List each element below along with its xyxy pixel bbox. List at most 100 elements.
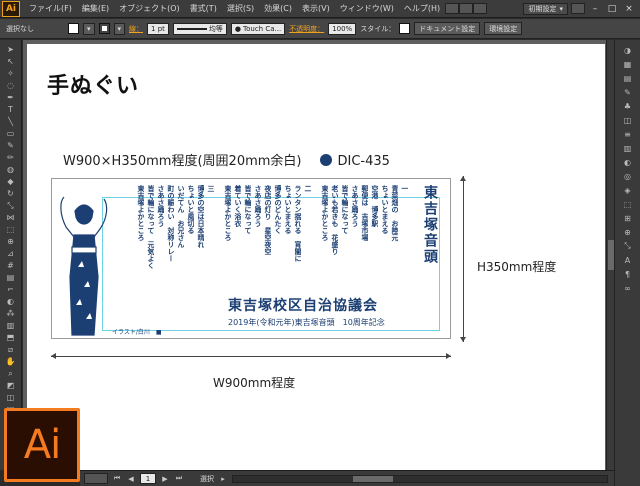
- appearance-icon[interactable]: ◎: [621, 170, 635, 182]
- free-transform-tool-icon[interactable]: ⬚: [4, 224, 18, 236]
- zoom-level-select[interactable]: [84, 473, 108, 484]
- menu-view[interactable]: 表示(V): [297, 3, 335, 14]
- stroke-dropdown-icon[interactable]: ▾: [113, 22, 126, 35]
- artboard[interactable]: 手ぬぐい W900×H350mm程度(周囲20mm余白) DIC-435 イラス…: [27, 44, 605, 470]
- fill-stroke-icon[interactable]: ◩: [4, 380, 18, 392]
- lyric-line: ちょいとまえる: [381, 185, 388, 234]
- stroke-profile-select[interactable]: 均等: [172, 22, 227, 35]
- zoom-tool-icon[interactable]: ⌕: [4, 368, 18, 380]
- layers-icon[interactable]: ◈: [621, 184, 635, 196]
- menu-file[interactable]: ファイル(F): [24, 3, 77, 14]
- menu-help[interactable]: ヘルプ(H): [399, 3, 445, 14]
- vertical-scrollbar[interactable]: [606, 40, 614, 470]
- brush-select[interactable]: ● Touch Ca...: [230, 22, 286, 35]
- prev-artboard-icon[interactable]: ◀: [126, 474, 136, 484]
- artboard-number-input[interactable]: 1: [140, 473, 156, 484]
- workspace-switcher[interactable]: 初期設定 ▾: [523, 2, 568, 15]
- stroke-panel-icon[interactable]: ≡: [621, 128, 635, 140]
- fill-swatch[interactable]: [68, 23, 79, 34]
- first-artboard-icon[interactable]: ⏮: [112, 474, 122, 484]
- hand-tool-icon[interactable]: ✋: [4, 356, 18, 368]
- style-swatch[interactable]: [399, 23, 411, 34]
- direct-selection-tool-icon[interactable]: ↖: [4, 56, 18, 68]
- color-guide-icon[interactable]: ▦: [621, 58, 635, 70]
- width-tool-icon[interactable]: ⋈: [4, 212, 18, 224]
- anniversary-text: 2019年(令和元年)東吉塚音頭 10周年記念: [228, 318, 385, 327]
- type-tool-icon[interactable]: T: [4, 104, 18, 116]
- mesh-tool-icon[interactable]: #: [4, 260, 18, 272]
- blend-tool-icon[interactable]: ◐: [4, 296, 18, 308]
- artboard-tool-icon[interactable]: ⬒: [4, 332, 18, 344]
- swatches-icon[interactable]: ▤: [621, 72, 635, 84]
- scroll-thumb[interactable]: [353, 475, 393, 482]
- last-artboard-icon[interactable]: ⏭: [174, 474, 184, 484]
- paragraph-icon[interactable]: ¶: [621, 268, 635, 280]
- pen-tool-icon[interactable]: ✒: [4, 92, 18, 104]
- opacity-input[interactable]: 100%: [328, 22, 357, 35]
- eraser-tool-icon[interactable]: ◆: [4, 176, 18, 188]
- menu-window[interactable]: ウィンドウ(W): [335, 3, 399, 14]
- drawing-mode-icon[interactable]: ◫: [4, 392, 18, 404]
- slice-tool-icon[interactable]: ⧄: [4, 344, 18, 356]
- symbol-sprayer-tool-icon[interactable]: ⁂: [4, 308, 18, 320]
- status-menu-icon[interactable]: ▸: [218, 474, 228, 484]
- rotate-tool-icon[interactable]: ↻: [4, 188, 18, 200]
- bridge-button[interactable]: [445, 3, 460, 14]
- eyedropper-tool-icon[interactable]: ⌐: [4, 284, 18, 296]
- artboards-icon[interactable]: ⬚: [621, 198, 635, 210]
- character-icon[interactable]: A: [621, 254, 635, 266]
- perspective-tool-icon[interactable]: ⊿: [4, 248, 18, 260]
- color-panel-icon[interactable]: ◑: [621, 44, 635, 56]
- pencil-tool-icon[interactable]: ✏: [4, 152, 18, 164]
- scale-tool-icon[interactable]: ⤡: [4, 200, 18, 212]
- fill-dropdown-icon[interactable]: ▾: [83, 22, 95, 35]
- workspace-label: 初期設定: [528, 4, 557, 13]
- app-icon[interactable]: Ai: [2, 0, 20, 17]
- opacity-label[interactable]: 不透明度：: [289, 24, 324, 34]
- gradient-tool-icon[interactable]: ▤: [4, 272, 18, 284]
- stock-button[interactable]: [459, 3, 474, 14]
- pathfinder-icon[interactable]: ⊕: [621, 226, 635, 238]
- menu-type[interactable]: 書式(T): [185, 3, 222, 14]
- horizontal-scrollbar[interactable]: [232, 474, 608, 483]
- blob-brush-tool-icon[interactable]: ◍: [4, 164, 18, 176]
- selection-tool-icon[interactable]: ➤: [4, 44, 18, 56]
- dancer-illustration: [60, 196, 108, 336]
- lasso-tool-icon[interactable]: ◌: [4, 80, 18, 92]
- close-icon[interactable]: ×: [622, 3, 636, 15]
- song-title: 東吉塚音頭: [422, 185, 438, 265]
- paintbrush-tool-icon[interactable]: ✎: [4, 140, 18, 152]
- arrange-documents-button[interactable]: [473, 3, 488, 14]
- menu-select[interactable]: 選択(S): [222, 3, 259, 14]
- align-icon[interactable]: ⊞: [621, 212, 635, 224]
- minimize-icon[interactable]: –: [588, 3, 602, 15]
- menu-edit[interactable]: 編集(E): [77, 3, 114, 14]
- menu-object[interactable]: オブジェクト(O): [114, 3, 185, 14]
- brushes-icon[interactable]: ✎: [621, 86, 635, 98]
- maximize-icon[interactable]: □: [605, 3, 619, 15]
- menu-effect[interactable]: 効果(C): [259, 3, 297, 14]
- stroke-label[interactable]: 線：: [129, 24, 143, 34]
- lyric-line: 東吉塚よかところ: [137, 185, 144, 241]
- shape-builder-tool-icon[interactable]: ⊕: [4, 236, 18, 248]
- line-tool-icon[interactable]: ╲: [4, 116, 18, 128]
- stroke-weight-input[interactable]: 1 pt: [147, 22, 169, 35]
- next-artboard-icon[interactable]: ▶: [160, 474, 170, 484]
- document-setup-button[interactable]: ドキュメント設定: [414, 22, 481, 35]
- canvas-area[interactable]: 手ぬぐい W900×H350mm程度(周囲20mm余白) DIC-435 イラス…: [23, 40, 606, 470]
- transform-icon[interactable]: ⤡: [621, 240, 635, 252]
- column-graph-tool-icon[interactable]: ▥: [4, 320, 18, 332]
- tenugui-artwork[interactable]: イラスト/白川 ■ 一 青菜畑の お陸元 ちょいとまえる 空港 博多駅 郵便は …: [51, 178, 451, 339]
- links-icon[interactable]: ∞: [621, 282, 635, 294]
- magic-wand-tool-icon[interactable]: ✧: [4, 68, 18, 80]
- graphic-styles-icon[interactable]: ◫: [621, 114, 635, 126]
- lyric-line: 三: [207, 185, 214, 192]
- preferences-button[interactable]: 環境設定: [484, 22, 523, 35]
- symbols-icon[interactable]: ♣: [621, 100, 635, 112]
- height-label: H350mm程度: [477, 260, 557, 274]
- search-field[interactable]: [571, 3, 585, 14]
- gradient-panel-icon[interactable]: ▥: [621, 142, 635, 154]
- stroke-swatch[interactable]: [98, 23, 110, 34]
- transparency-icon[interactable]: ◐: [621, 156, 635, 168]
- rectangle-tool-icon[interactable]: ▭: [4, 128, 18, 140]
